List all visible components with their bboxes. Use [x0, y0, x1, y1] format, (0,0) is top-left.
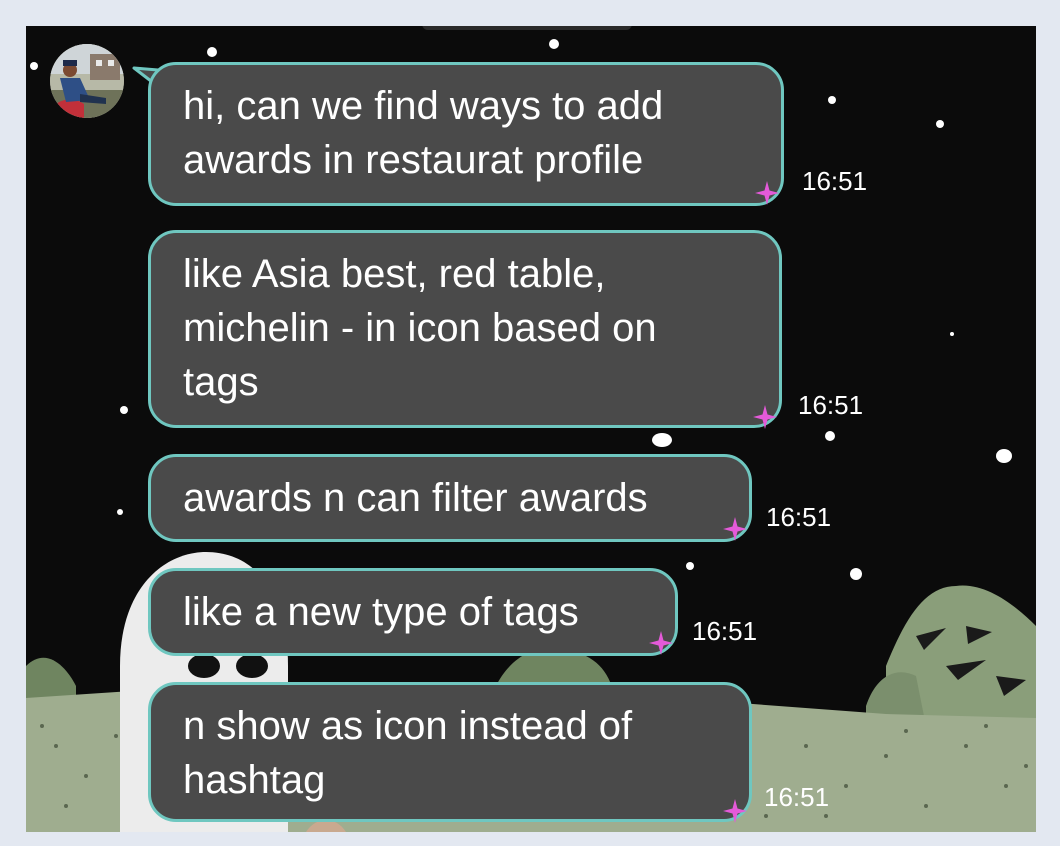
- chat-window: hi, can we find ways to add awards in re…: [26, 26, 1036, 832]
- user-avatar[interactable]: [50, 44, 124, 118]
- star-sparkle-icon[interactable]: [754, 180, 780, 206]
- message-bubble[interactable]: like Asia best, red table, michelin - in…: [148, 230, 782, 428]
- message-timestamp: 16:51: [802, 166, 868, 196]
- star-sparkle-icon[interactable]: [722, 516, 748, 542]
- star-sparkle-icon[interactable]: [722, 798, 748, 824]
- message-timestamp: 16:51: [764, 782, 830, 812]
- message-timestamp: 16:51: [766, 502, 832, 532]
- message-bubble[interactable]: n show as icon instead of hashtag: [148, 682, 752, 822]
- message-bubble[interactable]: hi, can we find ways to add awards in re…: [148, 62, 784, 206]
- message-bubble[interactable]: like a new type of tags: [148, 568, 678, 656]
- message-bubble[interactable]: awards n can filter awards: [148, 454, 752, 542]
- message-timestamp: 16:51: [692, 616, 758, 646]
- star-sparkle-icon[interactable]: [648, 630, 674, 656]
- star-sparkle-icon[interactable]: [752, 404, 778, 430]
- message-timestamp: 16:51: [798, 390, 864, 420]
